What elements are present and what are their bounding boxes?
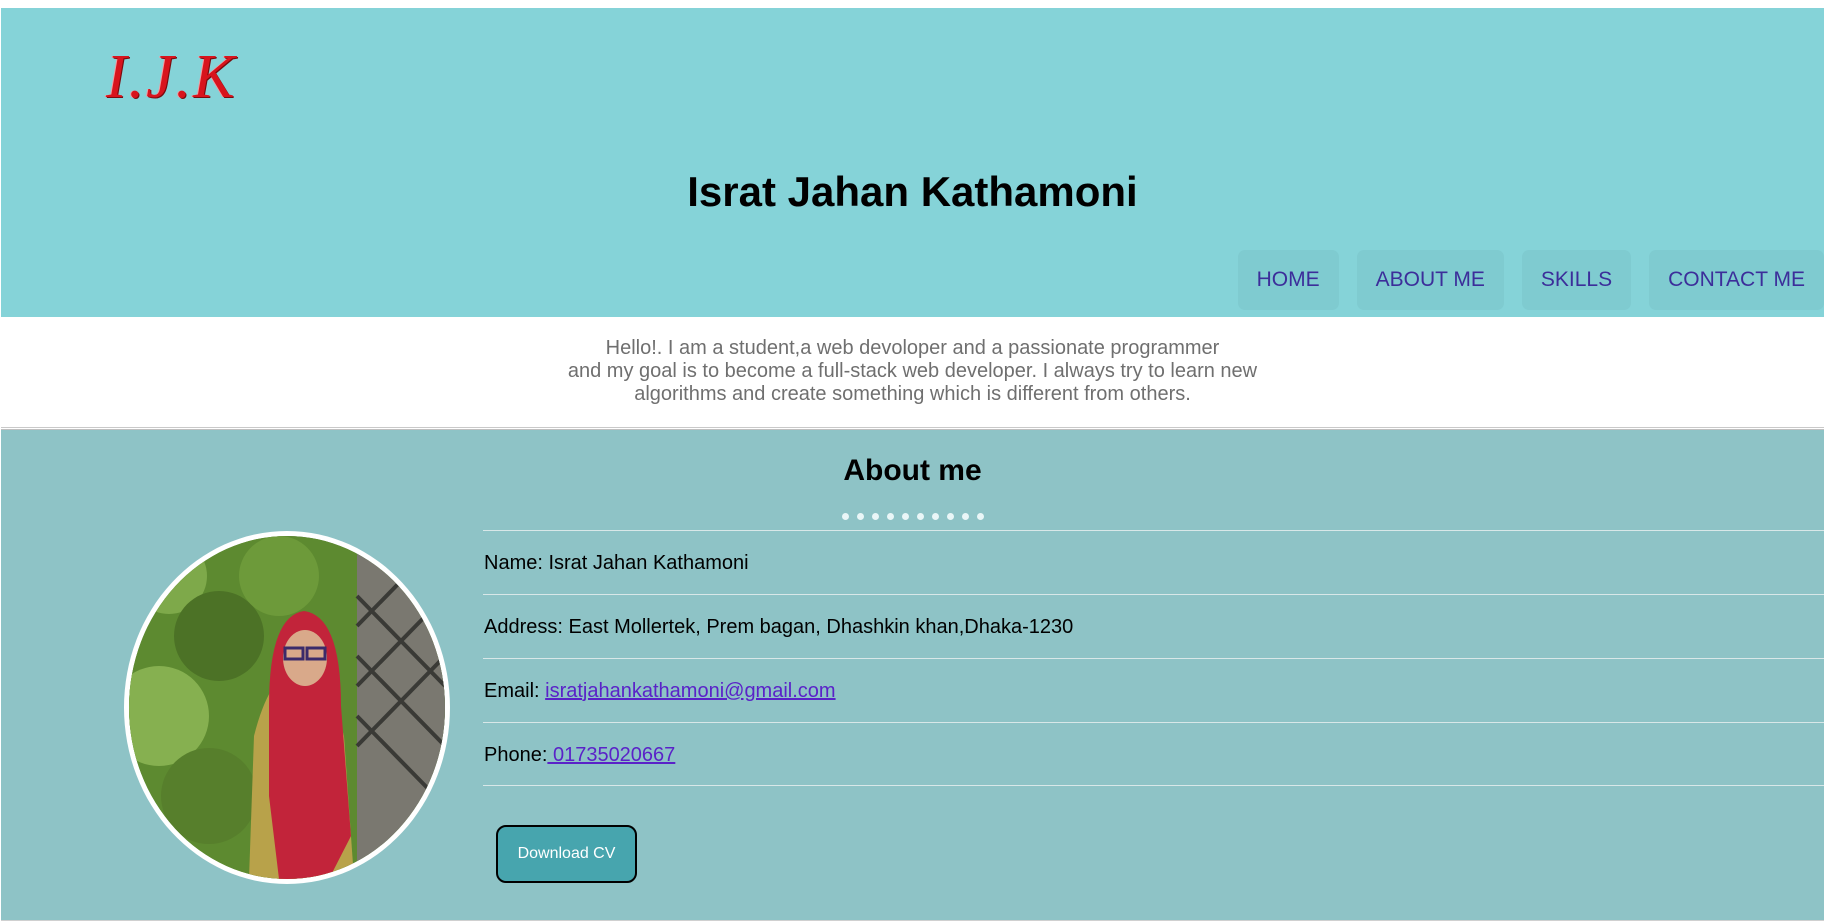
section-divider: [1, 427, 1824, 428]
phone-row: Phone: 01735020667: [483, 722, 1824, 786]
about-section: About me Name: Israt Jahan Kathamoni Add…: [1, 429, 1824, 921]
main-nav: HOME ABOUT ME SKILLS CONTACT ME: [1237, 250, 1824, 310]
email-link[interactable]: isratjahankathamoni@gmail.com: [545, 680, 835, 702]
intro-line: Hello!. I am a student,a web devoloper a…: [605, 337, 1220, 359]
about-title: About me: [843, 454, 982, 487]
address-label: Address:: [484, 616, 563, 638]
nav-contact-me[interactable]: CONTACT ME: [1649, 250, 1824, 310]
name-value: Israt Jahan Kathamoni: [548, 552, 749, 574]
nav-home[interactable]: HOME: [1237, 250, 1339, 310]
download-cv-button[interactable]: Download CV: [496, 825, 637, 883]
nav-skills[interactable]: SKILLS: [1521, 250, 1632, 310]
name-row: Name: Israt Jahan Kathamoni: [483, 530, 1824, 594]
email-row: Email: isratjahankathamoni@gmail.com: [483, 658, 1824, 722]
intro-text: Hello!. I am a student,a web devoloper a…: [0, 337, 1825, 406]
address-row: Address: East Mollertek, Prem bagan, Dha…: [483, 594, 1824, 658]
address-value: East Mollertek, Prem bagan, Dhashkin kha…: [568, 616, 1074, 638]
logo[interactable]: I.J.K: [106, 42, 237, 113]
name-label: Name:: [484, 552, 543, 574]
phone-label: Phone:: [484, 744, 548, 766]
site-title: Israt Jahan Kathamoni: [687, 168, 1138, 215]
portrait-icon: [129, 536, 445, 879]
dots-divider: [842, 513, 984, 520]
intro-line: and my goal is to become a full-stack we…: [567, 360, 1258, 382]
phone-link[interactable]: 01735020667: [547, 744, 675, 766]
site-header: I.J.K Israt Jahan Kathamoni HOME ABOUT M…: [1, 8, 1824, 317]
intro-line: algorithms and create something which is…: [634, 383, 1191, 405]
profile-photo: [124, 531, 450, 884]
nav-about-me[interactable]: ABOUT ME: [1356, 250, 1504, 310]
about-info: Name: Israt Jahan Kathamoni Address: Eas…: [483, 530, 1824, 786]
email-label: Email:: [484, 680, 540, 702]
